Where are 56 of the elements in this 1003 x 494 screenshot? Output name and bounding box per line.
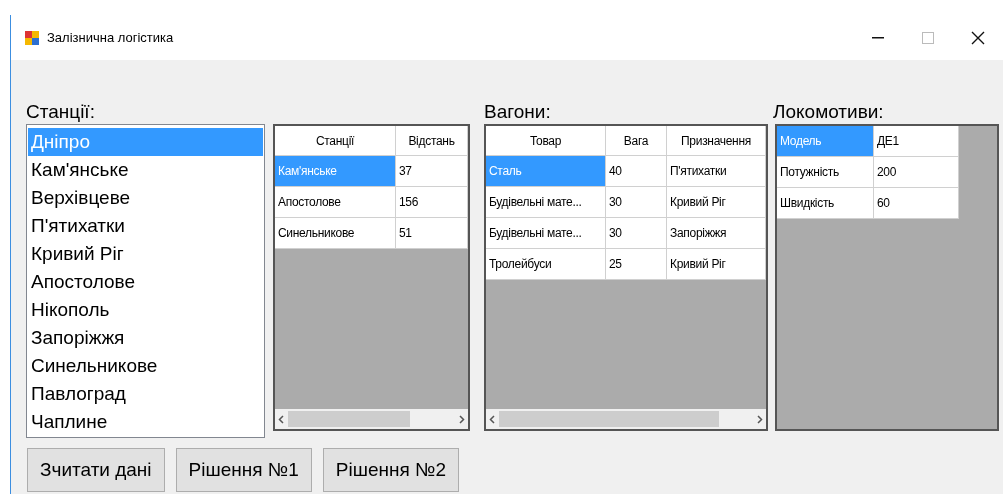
minimize-icon bbox=[872, 36, 884, 39]
maximize-icon bbox=[922, 31, 934, 44]
list-item[interactable]: Чаплине bbox=[28, 408, 263, 436]
scroll-thumb[interactable] bbox=[288, 411, 410, 427]
scroll-left-icon[interactable] bbox=[278, 414, 284, 424]
column-header[interactable]: Відстань bbox=[396, 126, 468, 156]
scroll-right-icon[interactable] bbox=[459, 414, 465, 424]
table-cell[interactable]: ДЕ1 bbox=[874, 126, 959, 157]
list-item[interactable]: Нікополь bbox=[28, 296, 263, 324]
table-cell[interactable]: Потужність bbox=[777, 157, 874, 188]
table-cell[interactable]: Запоріжжя bbox=[667, 218, 766, 249]
table-cell[interactable]: 60 bbox=[874, 188, 959, 219]
list-item[interactable]: П'ятихатки bbox=[28, 212, 263, 240]
table-cell[interactable]: 200 bbox=[874, 157, 959, 188]
table-cell[interactable]: 30 bbox=[606, 187, 667, 218]
locomotives-label: Локомотиви: bbox=[773, 100, 884, 124]
list-item[interactable]: Кривий Ріг bbox=[28, 240, 263, 268]
table-cell[interactable]: 156 bbox=[396, 187, 468, 218]
close-icon bbox=[971, 30, 985, 45]
window-title: Залізнична логістика bbox=[47, 28, 174, 47]
list-item[interactable]: Запоріжжя bbox=[28, 324, 263, 352]
scroll-thumb[interactable] bbox=[499, 411, 719, 427]
app-icon bbox=[25, 30, 39, 45]
stations-label: Станції: bbox=[26, 100, 96, 124]
table-cell[interactable]: 37 bbox=[396, 156, 468, 187]
table-cell[interactable]: Кривий Ріг bbox=[667, 249, 766, 280]
action-button[interactable]: Зчитати дані bbox=[27, 448, 165, 492]
column-header[interactable]: Станції bbox=[275, 126, 396, 156]
stations-listbox[interactable]: Дніпро Кам'янське Верхівцеве П'ятихатки Кривий Ріг Апостолове Нікополь Запоріжжя Синельникове Павлоград Чаплине bbox=[26, 124, 265, 438]
action-button[interactable]: Рішення №2 bbox=[322, 448, 460, 492]
table-cell[interactable]: Тролейбуси bbox=[486, 249, 606, 280]
horizontal-scrollbar[interactable] bbox=[486, 409, 766, 429]
table-cell[interactable]: Швидкість bbox=[777, 188, 874, 219]
action-button[interactable]: Рішення №1 bbox=[175, 448, 312, 492]
list-item[interactable]: Павлоград bbox=[28, 380, 263, 408]
list-item[interactable]: Кам'янське bbox=[28, 156, 263, 184]
table-cell[interactable]: 40 bbox=[606, 156, 667, 187]
column-header[interactable]: Вага bbox=[606, 126, 667, 156]
list-item[interactable]: Верхівцеве bbox=[28, 184, 263, 212]
table-cell[interactable]: Будівельні мате... bbox=[486, 187, 606, 218]
column-header[interactable]: Товар bbox=[486, 126, 606, 156]
table-cell[interactable]: Будівельні мате... bbox=[486, 218, 606, 249]
scroll-left-icon[interactable] bbox=[489, 414, 495, 424]
column-header[interactable]: Призначення bbox=[667, 126, 766, 156]
wagons-label: Вагони: bbox=[484, 100, 552, 124]
table-cell[interactable]: Кривий Ріг bbox=[667, 187, 766, 218]
table-cell[interactable]: 25 bbox=[606, 249, 667, 280]
table-cell[interactable]: П'ятихатки bbox=[667, 156, 766, 187]
table-cell[interactable]: Апостолове bbox=[275, 187, 396, 218]
scroll-right-icon[interactable] bbox=[757, 414, 763, 424]
table-cell[interactable]: 51 bbox=[396, 218, 468, 249]
table-cell[interactable]: 30 bbox=[606, 218, 667, 249]
list-item[interactable]: Синельникове bbox=[28, 352, 263, 380]
table-cell[interactable]: Синельникове bbox=[275, 218, 396, 249]
horizontal-scrollbar[interactable] bbox=[275, 409, 468, 429]
list-item[interactable]: Апостолове bbox=[28, 268, 263, 296]
